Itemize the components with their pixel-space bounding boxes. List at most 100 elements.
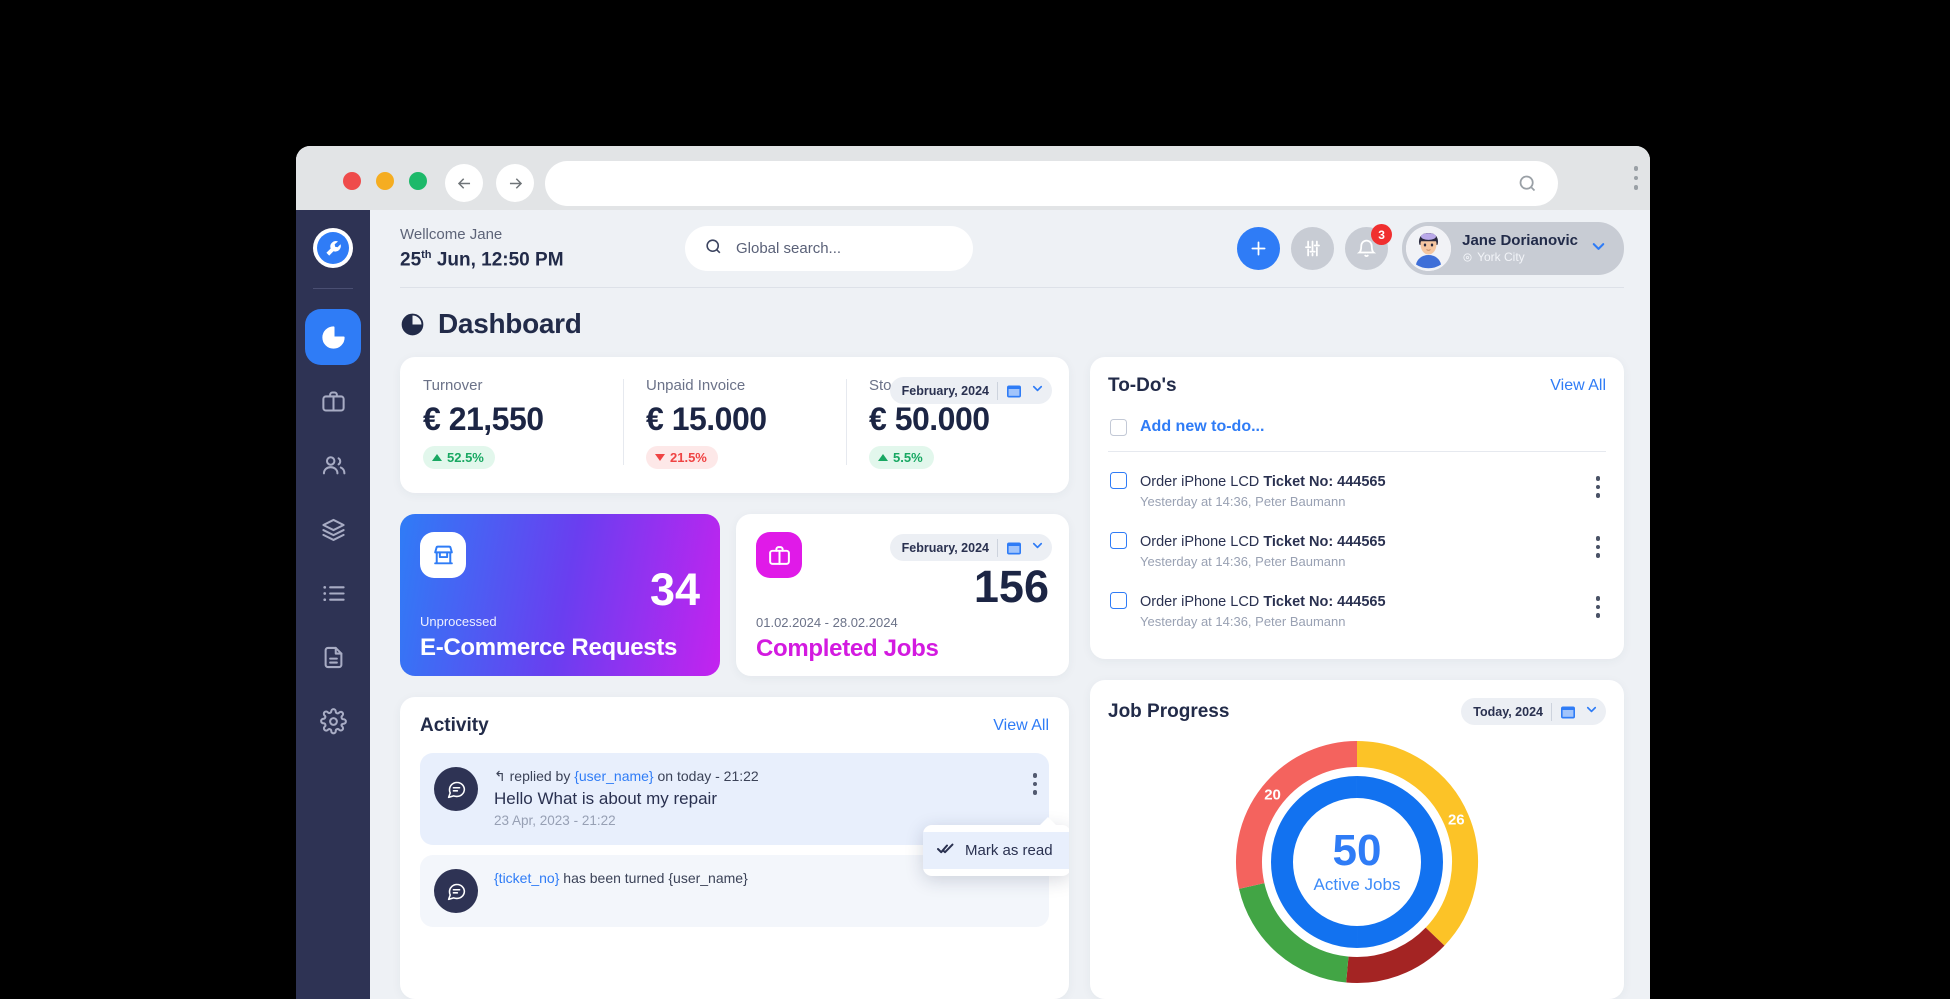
add-new-todo-label: Add new to-do... bbox=[1140, 418, 1265, 435]
kpi-delta-value: 52.5% bbox=[447, 450, 484, 465]
chevron-down-icon[interactable] bbox=[1030, 538, 1045, 558]
topbar: Wellcome Jane 25th Jun, 12:50 PM Global … bbox=[370, 210, 1650, 287]
date-pill-divider bbox=[1551, 702, 1552, 721]
traffic-lights bbox=[343, 172, 427, 190]
date-pill-divider bbox=[997, 538, 998, 557]
storefront-icon bbox=[420, 532, 466, 578]
maximize-window-button[interactable] bbox=[409, 172, 427, 190]
todo-menu-icon[interactable] bbox=[1595, 536, 1600, 558]
page-title: Dashboard bbox=[370, 288, 1650, 357]
double-check-icon bbox=[937, 842, 954, 859]
job-progress-title: Job Progress bbox=[1108, 700, 1230, 722]
arrow-left-icon[interactable] bbox=[445, 164, 483, 202]
activity-mention[interactable]: {ticket_no} bbox=[494, 870, 559, 886]
wrench-logo-icon[interactable] bbox=[311, 226, 355, 270]
todo-item[interactable]: Order iPhone LCD Ticket No: 444565 Yeste… bbox=[1108, 522, 1606, 582]
checkbox[interactable] bbox=[1110, 532, 1127, 549]
completed-jobs-card[interactable]: February, 2024 156 01.02.2024 - 28.02.20… bbox=[736, 514, 1069, 676]
todo-ticket-no: Ticket No: 444565 bbox=[1263, 474, 1386, 490]
kpi-card: Turnover € 21,550 52.5% Unpaid Invoice €… bbox=[400, 357, 1069, 493]
sidebar-item-jobs[interactable] bbox=[305, 373, 361, 429]
kpi-label: Unpaid Invoice bbox=[646, 377, 746, 394]
todo-menu-icon[interactable] bbox=[1595, 476, 1600, 498]
ecommerce-requests-card[interactable]: 34 Unprocessed E-Commerce Requests bbox=[400, 514, 720, 676]
date-pill-divider bbox=[997, 381, 998, 400]
calendar-icon[interactable] bbox=[1006, 383, 1022, 399]
topbar-actions: 3 Jane Dorianovic York City bbox=[1237, 222, 1624, 275]
kebab-menu-icon[interactable] bbox=[1633, 166, 1638, 190]
calendar-icon[interactable] bbox=[1006, 540, 1022, 556]
donut-center-value: 50 bbox=[1332, 826, 1382, 875]
date-day: 25 bbox=[400, 249, 422, 271]
filter-settings-icon[interactable] bbox=[1291, 227, 1335, 270]
sidebar-item-tasks[interactable] bbox=[305, 565, 361, 621]
sidebar-item-inventory[interactable] bbox=[305, 501, 361, 557]
chevron-down-icon[interactable] bbox=[1589, 237, 1608, 261]
notifications-bell-icon[interactable]: 3 bbox=[1345, 224, 1393, 270]
search-icon bbox=[1517, 173, 1538, 199]
close-window-button[interactable] bbox=[343, 172, 361, 190]
pie-chart-icon bbox=[401, 313, 424, 335]
checkbox[interactable] bbox=[1110, 592, 1127, 609]
search-input[interactable] bbox=[736, 240, 936, 257]
dashboard-grid: Turnover € 21,550 52.5% Unpaid Invoice €… bbox=[370, 357, 1650, 999]
completed-jobs-date-selector[interactable]: February, 2024 bbox=[889, 534, 1052, 561]
activity-mention[interactable]: {user_name} bbox=[574, 768, 653, 784]
global-search[interactable] bbox=[685, 226, 973, 271]
date-pill-label: Today, 2024 bbox=[1473, 704, 1543, 719]
date-ordinal: th bbox=[421, 249, 432, 262]
url-input[interactable] bbox=[545, 161, 1558, 206]
todo-item[interactable]: Order iPhone LCD Ticket No: 444565 Yeste… bbox=[1108, 462, 1606, 522]
todo-title-plain: Order iPhone LCD bbox=[1140, 534, 1264, 550]
page-title-text: Dashboard bbox=[438, 308, 582, 339]
todo-ticket-no: Ticket No: 444565 bbox=[1263, 534, 1386, 550]
activity-meta-suffix: on today - 21:22 bbox=[653, 768, 759, 784]
chevron-down-icon[interactable] bbox=[1584, 702, 1599, 722]
activity-row-menu-icon[interactable] bbox=[1032, 773, 1037, 795]
activity-meta: ↰ replied by {user_name} on today - 21:2… bbox=[494, 767, 759, 786]
job-progress-date-selector[interactable]: Today, 2024 bbox=[1461, 698, 1606, 725]
sidebar-item-settings[interactable] bbox=[305, 693, 361, 749]
kpi-delta-value: 21.5% bbox=[670, 450, 707, 465]
add-button[interactable] bbox=[1237, 227, 1281, 270]
donut-center-label-group: 50 Active Jobs bbox=[1233, 738, 1481, 986]
todo-subtitle: Yesterday at 14:36, Peter Baumann bbox=[1140, 614, 1346, 629]
todo-title-plain: Order iPhone LCD bbox=[1140, 474, 1264, 490]
activity-title: Activity bbox=[420, 715, 489, 736]
todos-view-all-link[interactable]: View All bbox=[1550, 377, 1606, 395]
todos-divider bbox=[1108, 451, 1606, 452]
kpi-date-selector[interactable]: February, 2024 bbox=[889, 377, 1052, 404]
todo-subtitle: Yesterday at 14:36, Peter Baumann bbox=[1140, 554, 1346, 569]
activity-view-all-link[interactable]: View All bbox=[993, 717, 1049, 735]
sidebar-item-documents[interactable] bbox=[305, 629, 361, 685]
search-icon bbox=[704, 237, 723, 261]
kpi-value: € 21,550 bbox=[423, 401, 544, 437]
todos-header: To-Do's View All bbox=[1108, 375, 1606, 397]
todo-item[interactable]: Order iPhone LCD Ticket No: 444565 Yeste… bbox=[1108, 582, 1606, 642]
user-profile-chip[interactable]: Jane Dorianovic York City bbox=[1402, 222, 1624, 275]
minimize-window-button[interactable] bbox=[376, 172, 394, 190]
job-progress-header: Job Progress Today, 2024 bbox=[1108, 698, 1606, 725]
menu-item-label: Mark as read bbox=[965, 842, 1053, 859]
kpi-turnover: Turnover € 21,550 52.5% bbox=[400, 377, 623, 493]
donut-center-caption: Active Jobs bbox=[1313, 875, 1401, 894]
chevron-down-icon[interactable] bbox=[1030, 381, 1045, 401]
arrow-right-icon[interactable] bbox=[496, 164, 534, 202]
checkbox[interactable] bbox=[1110, 418, 1127, 436]
todo-ticket-no: Ticket No: 444565 bbox=[1263, 594, 1386, 610]
todo-menu-icon[interactable] bbox=[1595, 596, 1600, 618]
kpi-label: Turnover bbox=[423, 377, 483, 394]
checkbox[interactable] bbox=[1110, 472, 1127, 489]
sidebar-item-dashboard[interactable] bbox=[305, 309, 361, 365]
user-location: York City bbox=[1462, 250, 1578, 265]
add-new-todo-row[interactable]: Add new to-do... bbox=[1108, 413, 1606, 451]
sidebar bbox=[296, 210, 370, 999]
activity-header: Activity View All bbox=[420, 715, 1049, 737]
calendar-icon[interactable] bbox=[1560, 704, 1576, 720]
kpi-delta: 52.5% bbox=[423, 446, 495, 469]
sidebar-item-customers[interactable] bbox=[305, 437, 361, 493]
todo-body: Order iPhone LCD Ticket No: 444565 Yeste… bbox=[1140, 532, 1386, 572]
menu-item-mark-as-read[interactable]: Mark as read bbox=[923, 832, 1069, 869]
triangle-up-icon bbox=[432, 454, 442, 461]
user-info: Jane Dorianovic York City bbox=[1462, 232, 1578, 265]
